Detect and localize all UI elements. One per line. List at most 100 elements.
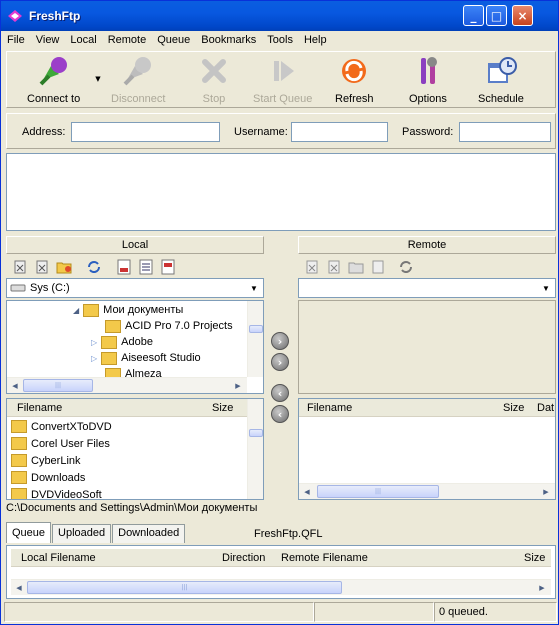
close-button[interactable]: ×	[512, 5, 533, 26]
delete-file-icon[interactable]	[12, 259, 28, 275]
tab-uploaded[interactable]: Uploaded	[52, 524, 112, 543]
menu-bar: File View Local Remote Queue Bookmarks T…	[2, 31, 558, 49]
local-drive-value: Sys (C:)	[30, 282, 70, 294]
schedule-button[interactable]: Schedule	[478, 54, 524, 105]
tab-queue[interactable]: Queue	[6, 522, 52, 543]
username-input[interactable]	[291, 122, 388, 142]
scroll-left-icon[interactable]: ◀	[8, 379, 22, 393]
maximize-button[interactable]: □	[486, 5, 507, 26]
scroll-thumb[interactable]: |||	[23, 379, 93, 392]
local-drive-select[interactable]: Sys (C:) ▼	[6, 278, 264, 298]
tree-item[interactable]: ACID Pro 7.0 Projects	[105, 318, 233, 334]
scroll-right-icon[interactable]: ▶	[539, 485, 553, 499]
delete-folder-icon[interactable]	[326, 259, 342, 275]
scroll-right-icon[interactable]: ▶	[231, 379, 245, 393]
address-input[interactable]	[71, 122, 220, 142]
folder-icon	[83, 303, 100, 317]
remote-horizontal-scrollbar[interactable]: ◀ ||| ▶	[299, 483, 555, 499]
folder-icon	[105, 319, 121, 333]
disconnect-icon	[123, 57, 152, 86]
local-col-filename[interactable]: Filename	[17, 402, 62, 414]
remote-folder-select[interactable]: ▼	[298, 278, 556, 298]
status-panel-main	[4, 602, 314, 622]
stop-icon	[202, 59, 226, 83]
view-details-icon[interactable]	[116, 259, 132, 275]
remote-col-filename[interactable]: Filename	[307, 402, 352, 414]
menu-file[interactable]: File	[2, 34, 31, 46]
list-item[interactable]: DVDVideoSoft	[11, 486, 102, 499]
list-item[interactable]: Downloads	[11, 469, 85, 486]
sync-icon[interactable]	[86, 259, 102, 275]
scroll-thumb[interactable]: |||	[27, 581, 342, 594]
chevron-down-icon[interactable]: ▼	[246, 280, 262, 296]
menu-queue[interactable]: Queue	[152, 34, 196, 46]
tree-vertical-scrollbar[interactable]	[247, 301, 263, 377]
options-label: Options	[409, 93, 447, 105]
queue-col-direction[interactable]: Direction	[222, 552, 265, 564]
connect-label: Connect to	[27, 93, 81, 105]
queue-horizontal-scrollbar[interactable]: ◀ ||| ▶	[11, 579, 551, 595]
properties-icon[interactable]	[370, 259, 386, 275]
local-col-size[interactable]: Size	[212, 402, 233, 414]
delete-folder-icon[interactable]	[34, 259, 50, 275]
download-all-arrow-icon[interactable]: ‹	[271, 405, 289, 423]
scroll-thumb[interactable]	[249, 429, 263, 437]
expand-icon[interactable]: ▷	[91, 354, 97, 363]
sync-icon[interactable]	[398, 259, 414, 275]
collapse-icon[interactable]: ◢	[73, 306, 79, 315]
menu-local[interactable]: Local	[65, 34, 102, 46]
password-input[interactable]	[459, 122, 551, 142]
connect-icon	[39, 57, 67, 86]
file-vertical-scrollbar[interactable]	[247, 399, 263, 499]
queue-list: Local Filename Direction Remote Filename…	[6, 545, 556, 599]
password-label: Password:	[402, 126, 454, 138]
tree-horizontal-scrollbar[interactable]: ◀ ||| ▶	[7, 377, 247, 393]
folder-icon	[101, 335, 118, 349]
refresh-button[interactable]: Refresh	[335, 54, 374, 105]
status-bar: 0 queued.	[4, 602, 557, 623]
connect-button[interactable]: Connect to	[27, 54, 80, 105]
tree-item[interactable]: ▷ Aiseesoft Studio	[91, 350, 201, 366]
list-item[interactable]: ConvertXToDVD	[11, 418, 112, 435]
connect-dropdown-icon[interactable]: ▼	[91, 72, 105, 86]
list-item[interactable]: CyberLink	[11, 452, 81, 469]
folder-icon	[11, 420, 27, 433]
log-area[interactable]	[6, 153, 556, 231]
menu-remote[interactable]: Remote	[103, 34, 153, 46]
list-item[interactable]: Corel User Files	[11, 435, 110, 452]
remote-toolbar	[304, 256, 420, 278]
download-arrow-icon[interactable]: ‹	[271, 384, 289, 402]
options-button[interactable]: Options	[409, 54, 447, 105]
new-folder-icon[interactable]	[348, 259, 364, 275]
tree-item[interactable]: ◢ Мои документы	[73, 302, 183, 318]
scroll-thumb[interactable]	[249, 325, 263, 333]
title-bar[interactable]: FreshFtp _ □ ×	[1, 1, 558, 31]
chevron-down-icon[interactable]: ▼	[538, 280, 554, 296]
tab-downloaded[interactable]: Downloaded	[112, 524, 186, 543]
scroll-left-icon[interactable]: ◀	[12, 581, 26, 595]
view-list-icon[interactable]	[138, 259, 154, 275]
menu-bookmarks[interactable]: Bookmarks	[196, 34, 262, 46]
queue-col-remote[interactable]: Remote Filename	[281, 552, 368, 564]
local-list-header: Filename Size	[7, 399, 247, 417]
menu-tools[interactable]: Tools	[262, 34, 299, 46]
expand-icon[interactable]: ▷	[91, 338, 97, 347]
menu-help[interactable]: Help	[299, 34, 333, 46]
upload-arrow-icon[interactable]: ›	[271, 332, 289, 350]
scroll-thumb[interactable]: |||	[317, 485, 439, 498]
scroll-right-icon[interactable]: ▶	[535, 581, 549, 595]
folder-icon	[101, 351, 118, 365]
remote-col-size[interactable]: Size	[503, 402, 524, 414]
menu-view[interactable]: View	[31, 34, 66, 46]
queue-col-local[interactable]: Local Filename	[21, 552, 96, 564]
new-folder-icon[interactable]	[56, 259, 72, 275]
delete-file-icon[interactable]	[304, 259, 320, 275]
remote-col-date[interactable]: Dat	[537, 402, 554, 414]
scroll-left-icon[interactable]: ◀	[300, 485, 314, 499]
view-icons-icon[interactable]	[160, 259, 176, 275]
tree-item[interactable]: ▷ Adobe	[91, 334, 153, 350]
minimize-button[interactable]: _	[463, 5, 484, 26]
start-queue-label: Start Queue	[253, 93, 313, 105]
upload-all-arrow-icon[interactable]: ›	[271, 353, 289, 371]
queue-col-size[interactable]: Size	[524, 552, 545, 564]
